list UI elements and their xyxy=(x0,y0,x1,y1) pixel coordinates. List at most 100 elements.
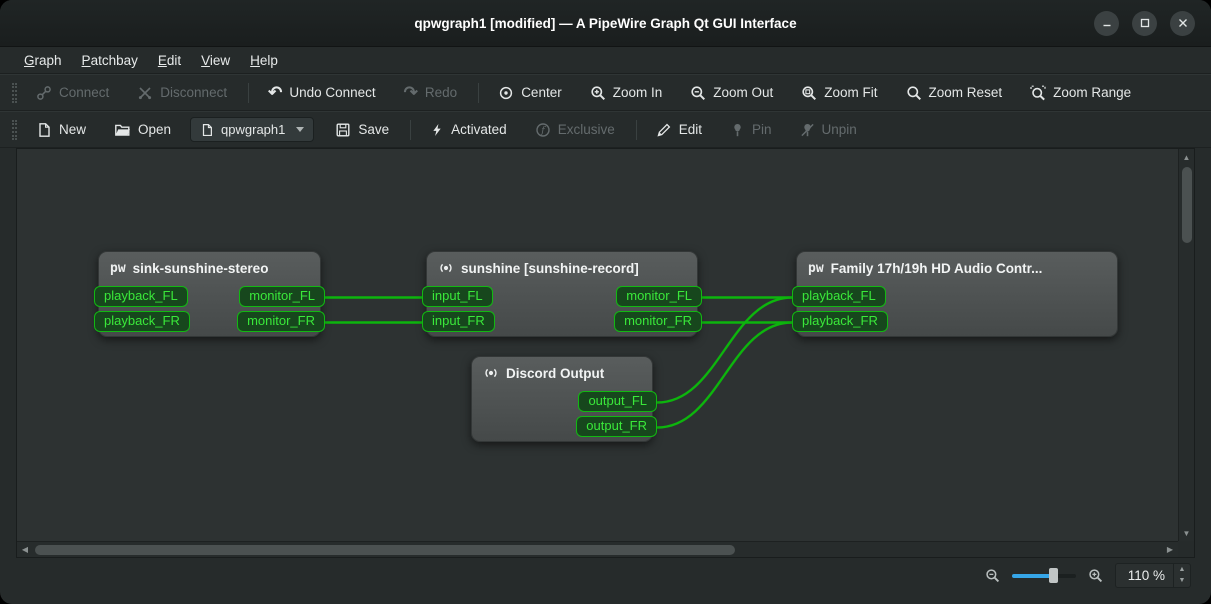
minimize-button[interactable] xyxy=(1094,11,1119,36)
port-label: monitor_FL xyxy=(626,288,692,303)
scroll-right-arrow[interactable]: ▶ xyxy=(1162,542,1178,558)
zoom-fit-button[interactable]: Zoom Fit xyxy=(792,80,886,106)
zoom-spin-down-button[interactable]: ▼ xyxy=(1174,575,1190,587)
save-button[interactable]: Save xyxy=(326,117,398,143)
port-output-fr[interactable]: output_FR xyxy=(576,416,657,437)
zoom-reset-button[interactable]: Zoom Reset xyxy=(897,80,1012,106)
graph-canvas[interactable]: pw sink-sunshine-stereo playback_FL moni… xyxy=(17,149,1178,541)
zoom-in-label: Zoom In xyxy=(613,85,663,100)
pin-button[interactable]: Pin xyxy=(721,117,781,143)
port-playback-fr[interactable]: playback_FR xyxy=(792,311,888,332)
scrollbar-corner xyxy=(1178,541,1194,557)
redo-button[interactable]: ↷ Redo xyxy=(395,80,467,106)
port-monitor-fl[interactable]: monitor_FL xyxy=(239,286,325,307)
zoom-out-label: Zoom Out xyxy=(713,85,773,100)
audio-record-icon xyxy=(438,260,454,276)
close-button[interactable] xyxy=(1170,11,1195,36)
port-row: output_FL xyxy=(472,389,652,414)
scroll-down-arrow[interactable]: ▼ xyxy=(1179,525,1195,541)
port-label: playback_FR xyxy=(802,313,878,328)
node-header: Discord Output xyxy=(472,357,652,389)
patchbay-file-icon xyxy=(200,123,214,137)
node-title: Family 17h/19h HD Audio Contr... xyxy=(831,261,1043,276)
unpin-button[interactable]: Unpin xyxy=(791,117,866,143)
port-output-fl[interactable]: output_FL xyxy=(578,391,657,412)
connect-label: Connect xyxy=(59,85,109,100)
vertical-scroll-thumb[interactable] xyxy=(1182,167,1192,243)
zoom-spin-up-button[interactable]: ▲ xyxy=(1174,564,1190,576)
save-icon xyxy=(335,122,351,138)
zoom-range-label: Zoom Range xyxy=(1053,85,1131,100)
zoom-in-button[interactable]: Zoom In xyxy=(581,80,672,106)
menu-view[interactable]: View xyxy=(191,50,240,71)
port-playback-fr[interactable]: playback_FR xyxy=(94,311,190,332)
toolbar-drag-handle[interactable] xyxy=(12,120,17,140)
redo-icon: ↷ xyxy=(404,85,418,101)
activated-button[interactable]: Activated xyxy=(421,117,516,143)
port-playback-fl[interactable]: playback_FL xyxy=(792,286,886,307)
close-icon xyxy=(1177,17,1189,29)
horizontal-scrollbar[interactable]: ◀ ▶ xyxy=(17,541,1178,557)
port-label: output_FR xyxy=(586,418,647,433)
port-monitor-fr[interactable]: monitor_FR xyxy=(614,311,702,332)
activated-bolt-icon xyxy=(430,122,444,138)
zoom-out-button[interactable]: Zoom Out xyxy=(681,80,782,106)
zoom-reset-icon xyxy=(906,85,922,101)
node-family-hd-audio[interactable]: pw Family 17h/19h HD Audio Contr... play… xyxy=(796,251,1118,337)
toolbar-separator xyxy=(636,120,637,140)
undo-icon: ↶ xyxy=(268,85,282,101)
toolbar-separator xyxy=(248,83,249,103)
cable-discordFR-playbackFR[interactable] xyxy=(657,323,792,428)
menu-patchbay[interactable]: Patchbay xyxy=(72,50,148,71)
menu-edit[interactable]: Edit xyxy=(148,50,191,71)
pin-label: Pin xyxy=(752,122,772,137)
node-header: pw sink-sunshine-stereo xyxy=(99,252,320,284)
connect-button[interactable]: Connect xyxy=(27,80,118,106)
node-header: pw Family 17h/19h HD Audio Contr... xyxy=(797,252,1117,284)
node-sink-sunshine-stereo[interactable]: pw sink-sunshine-stereo playback_FL moni… xyxy=(98,251,321,337)
pipewire-icon: pw xyxy=(808,261,824,276)
menu-help[interactable]: Help xyxy=(240,50,288,71)
undo-connect-button[interactable]: ↶ Undo Connect xyxy=(259,80,385,106)
titlebar[interactable]: qpwgraph1 [modified] — A PipeWire Graph … xyxy=(0,0,1211,47)
horizontal-scroll-thumb[interactable] xyxy=(35,545,735,555)
scroll-up-arrow[interactable]: ▲ xyxy=(1179,149,1195,165)
port-input-fr[interactable]: input_FR xyxy=(422,311,495,332)
save-label: Save xyxy=(358,122,389,137)
port-row: output_FR xyxy=(472,414,652,439)
patchbay-selector[interactable]: qpwgraph1 xyxy=(190,117,314,142)
zoom-out-mini-icon[interactable] xyxy=(985,568,1000,583)
exclusive-button[interactable]: f Exclusive xyxy=(526,117,624,143)
zoom-in-mini-icon[interactable] xyxy=(1088,568,1103,583)
port-label: playback_FL xyxy=(104,288,178,303)
center-label: Center xyxy=(521,85,562,100)
toolbar-drag-handle[interactable] xyxy=(12,83,17,103)
zoom-range-button[interactable]: Zoom Range xyxy=(1021,80,1140,106)
new-button[interactable]: New xyxy=(27,117,95,143)
menu-graph[interactable]: Graph xyxy=(14,50,72,71)
edit-button[interactable]: Edit xyxy=(647,117,711,143)
center-button[interactable]: Center xyxy=(489,80,571,106)
port-label: input_FL xyxy=(432,288,483,303)
port-input-fl[interactable]: input_FL xyxy=(422,286,493,307)
vertical-scrollbar[interactable]: ▲ ▼ xyxy=(1178,149,1194,541)
port-monitor-fl[interactable]: monitor_FL xyxy=(616,286,702,307)
zoom-slider[interactable] xyxy=(1012,568,1076,583)
maximize-button[interactable] xyxy=(1132,11,1157,36)
node-discord-output[interactable]: Discord Output output_FL output_FR xyxy=(471,356,653,442)
open-button[interactable]: Open xyxy=(105,117,180,143)
scroll-left-arrow[interactable]: ◀ xyxy=(17,542,33,558)
zoom-spinbox[interactable]: 110 % ▲ ▼ xyxy=(1115,563,1191,588)
redo-label: Redo xyxy=(425,85,457,100)
undo-label: Undo Connect xyxy=(289,85,375,100)
zoom-in-icon xyxy=(590,85,606,101)
disconnect-button[interactable]: Disconnect xyxy=(128,80,236,106)
zoom-slider-handle[interactable] xyxy=(1049,568,1058,583)
port-playback-fl[interactable]: playback_FL xyxy=(94,286,188,307)
port-monitor-fr[interactable]: monitor_FR xyxy=(237,311,325,332)
unpin-icon xyxy=(800,122,815,138)
audio-record-icon xyxy=(483,365,499,381)
port-label: monitor_FL xyxy=(249,288,315,303)
port-row: playback_FL xyxy=(797,284,1117,309)
node-sunshine-record[interactable]: sunshine [sunshine-record] input_FL moni… xyxy=(426,251,698,337)
